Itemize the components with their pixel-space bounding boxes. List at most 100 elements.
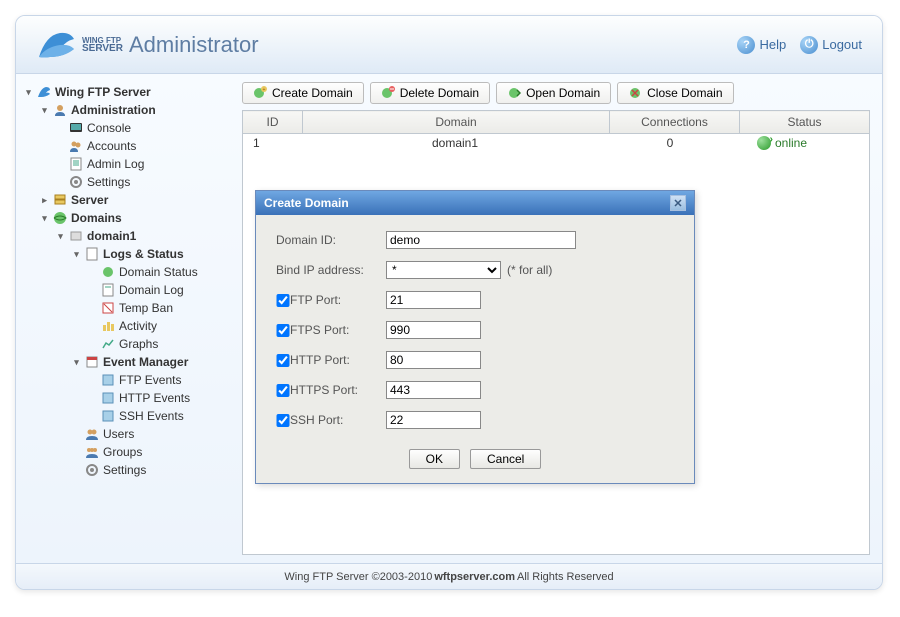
- https-port-checkbox[interactable]: [276, 384, 290, 397]
- create-domain-dialog: Create Domain ✕ Domain ID: Bind IP addre…: [255, 190, 695, 484]
- ok-button[interactable]: OK: [409, 449, 460, 469]
- domain-id-input[interactable]: [386, 231, 576, 249]
- dialog-titlebar[interactable]: Create Domain ✕: [256, 191, 694, 215]
- toggle-icon[interactable]: ▾: [24, 88, 33, 97]
- col-status[interactable]: Status: [740, 111, 870, 134]
- tree-console[interactable]: Console: [56, 120, 232, 136]
- col-id[interactable]: ID: [243, 111, 303, 134]
- product-bottom: SERVER: [82, 45, 123, 53]
- col-domain[interactable]: Domain: [303, 111, 610, 134]
- settings-icon: [69, 175, 83, 189]
- create-domain-button[interactable]: + Create Domain: [242, 82, 364, 104]
- event-icon: [101, 409, 115, 423]
- dialog-title: Create Domain: [264, 196, 349, 210]
- tree-logs-status[interactable]: ▾ Logs & Status: [72, 246, 232, 262]
- https-port-label: HTTPS Port:: [290, 383, 386, 397]
- accounts-icon: [69, 139, 83, 153]
- tree-administration[interactable]: ▾ Administration: [40, 102, 232, 118]
- help-label: Help: [759, 37, 786, 52]
- settings-icon: [85, 463, 99, 477]
- footer-suffix: All Rights Reserved: [517, 571, 614, 583]
- toolbar: + Create Domain Delete Domain Open Domai…: [242, 82, 870, 104]
- domains-table: ID Domain Connections Status: [242, 110, 870, 134]
- tree-graphs[interactable]: Graphs: [88, 336, 232, 352]
- tree-ftp-events[interactable]: FTP Events: [88, 372, 232, 388]
- bind-ip-label: Bind IP address:: [276, 263, 386, 277]
- user-icon: [53, 103, 67, 117]
- ftps-port-checkbox[interactable]: [276, 324, 290, 337]
- console-icon: [69, 121, 83, 135]
- ftps-port-input[interactable]: [386, 321, 481, 339]
- globe-icon: [53, 211, 67, 225]
- ssh-port-checkbox[interactable]: [276, 414, 290, 427]
- toggle-icon[interactable]: ▾: [40, 214, 49, 223]
- calendar-icon: [85, 355, 99, 369]
- logo: WING FTP SERVER Administrator: [36, 27, 259, 63]
- tree-domain-settings[interactable]: Settings: [72, 462, 232, 478]
- svg-text:+: +: [263, 87, 266, 93]
- tree-adminlog[interactable]: Admin Log: [56, 156, 232, 172]
- tree-activity[interactable]: Activity: [88, 318, 232, 334]
- tree-ssh-events[interactable]: SSH Events: [88, 408, 232, 424]
- bind-ip-note: (* for all): [507, 263, 552, 277]
- app-header: WING FTP SERVER Administrator ? Help ⏻ L…: [16, 16, 882, 74]
- https-port-input[interactable]: [386, 381, 481, 399]
- cell-domain: domain1: [307, 136, 603, 150]
- http-port-input[interactable]: [386, 351, 481, 369]
- log-icon: [69, 157, 83, 171]
- tree-groups[interactable]: Groups: [72, 444, 232, 460]
- ftp-port-checkbox[interactable]: [276, 294, 290, 307]
- col-connections[interactable]: Connections: [610, 111, 740, 134]
- activity-icon: [101, 319, 115, 333]
- toggle-icon[interactable]: ▾: [56, 232, 65, 241]
- log-icon: [85, 247, 99, 261]
- tree-accounts[interactable]: Accounts: [56, 138, 232, 154]
- footer: Wing FTP Server ©2003-2010 wftpserver.co…: [16, 563, 882, 589]
- cell-connections: 0: [605, 136, 735, 150]
- globe-open-icon: [507, 86, 521, 100]
- toggle-icon[interactable]: ▸: [40, 196, 49, 205]
- tree-domain-log[interactable]: Domain Log: [88, 282, 232, 298]
- ftp-port-label: FTP Port:: [290, 293, 386, 307]
- tree-root[interactable]: ▾ Wing FTP Server: [24, 84, 232, 100]
- footer-prefix: Wing FTP Server ©2003-2010: [284, 571, 432, 583]
- tree-server[interactable]: ▸ Server: [40, 192, 232, 208]
- toggle-icon[interactable]: ▾: [40, 106, 49, 115]
- tree-users[interactable]: Users: [72, 426, 232, 442]
- logout-icon: ⏻: [800, 36, 818, 54]
- tree-domain-status[interactable]: Domain Status: [88, 264, 232, 280]
- globe-minus-icon: [381, 86, 395, 100]
- table-row[interactable]: 1 domain1 0 online: [245, 136, 867, 150]
- help-link[interactable]: ? Help: [737, 36, 786, 54]
- toggle-icon[interactable]: ▾: [72, 358, 81, 367]
- cancel-button[interactable]: Cancel: [470, 449, 541, 469]
- status-icon: [101, 265, 115, 279]
- open-domain-button[interactable]: Open Domain: [496, 82, 611, 104]
- event-icon: [101, 373, 115, 387]
- bind-ip-select[interactable]: *: [386, 261, 501, 279]
- close-domain-button[interactable]: Close Domain: [617, 82, 733, 104]
- tree-domains[interactable]: ▾ Domains: [40, 210, 232, 226]
- sidebar: ▾ Wing FTP Server ▾ Administration: [16, 74, 236, 563]
- tree-event-manager[interactable]: ▾ Event Manager: [72, 354, 232, 370]
- logout-link[interactable]: ⏻ Logout: [800, 36, 862, 54]
- tree-temp-ban[interactable]: Temp Ban: [88, 300, 232, 316]
- tree-domain1[interactable]: ▾ domain1: [56, 228, 232, 244]
- logout-label: Logout: [822, 37, 862, 52]
- tree-http-events[interactable]: HTTP Events: [88, 390, 232, 406]
- groups-icon: [85, 445, 99, 459]
- http-port-checkbox[interactable]: [276, 354, 290, 367]
- online-icon: [757, 136, 771, 150]
- ssh-port-input[interactable]: [386, 411, 481, 429]
- ftp-port-input[interactable]: [386, 291, 481, 309]
- footer-site: wftpserver.com: [434, 571, 515, 583]
- dialog-close-button[interactable]: ✕: [670, 195, 686, 211]
- toggle-icon[interactable]: ▾: [72, 250, 81, 259]
- tree-admin-settings[interactable]: Settings: [56, 174, 232, 190]
- domain-id-label: Domain ID:: [276, 233, 386, 247]
- graph-icon: [101, 337, 115, 351]
- log-icon: [101, 283, 115, 297]
- delete-domain-button[interactable]: Delete Domain: [370, 82, 490, 104]
- shark-icon: [36, 27, 76, 63]
- ftps-port-label: FTPS Port:: [290, 323, 386, 337]
